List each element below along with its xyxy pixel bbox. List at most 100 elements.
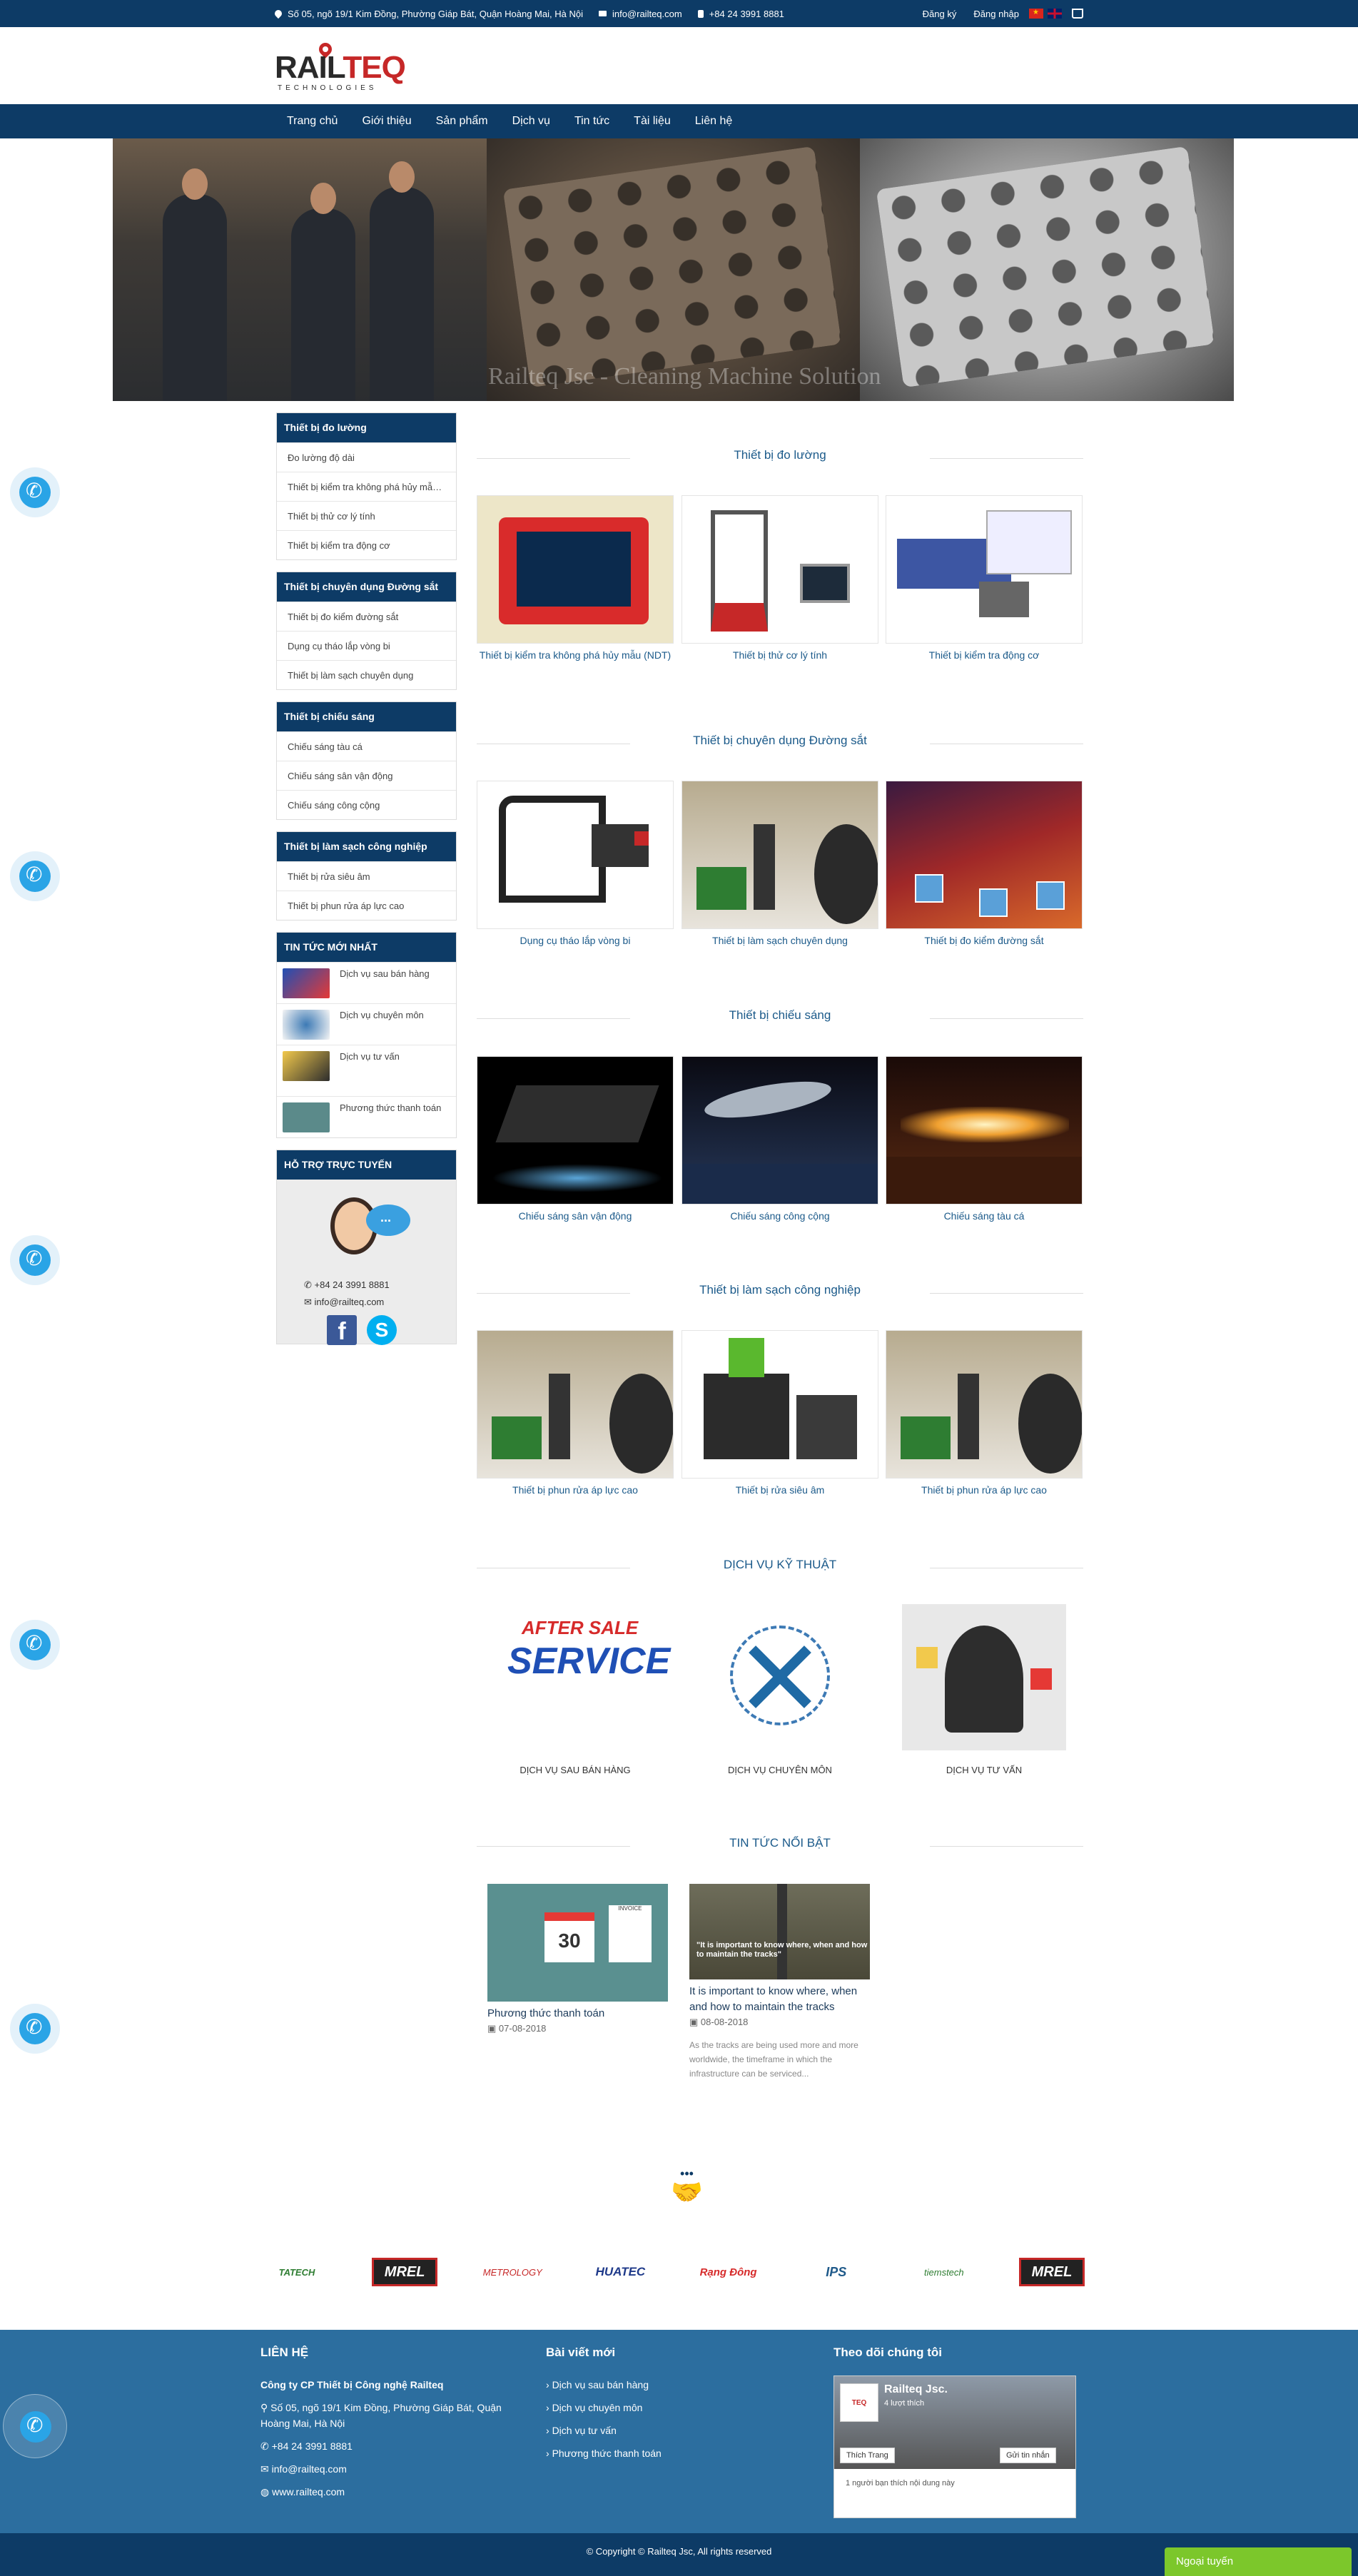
featured-news-title[interactable]: Phương thức thanh toán [487, 2006, 668, 2022]
fb-page-name[interactable]: Railteq Jsc. [884, 2383, 948, 2396]
category-item[interactable]: Thiết bị kiểm tra không phá hủy mẫu (NDT… [277, 472, 456, 501]
service-card[interactable]: DỊCH VỤ TƯ VẤN [886, 1604, 1083, 1775]
nav-contact[interactable]: Liên hệ [683, 115, 745, 128]
footer-post-link[interactable]: › Phương thức thanh toán [546, 2445, 781, 2461]
register-link[interactable]: Đăng ký [923, 9, 957, 19]
news-item-title[interactable]: Dịch vụ chuyên môn [340, 1010, 424, 1020]
product-card[interactable]: Thiết bị phun rửa áp lực cao [477, 1330, 674, 1496]
footer-website[interactable]: ◍ www.railteq.com [260, 2484, 510, 2500]
category-item[interactable]: Thiết bị đo kiểm đường sắt [277, 602, 456, 631]
service-card[interactable]: AFTER SALE SERVICE DỊCH VỤ SAU BÁN HÀNG [477, 1604, 674, 1775]
hero-banner[interactable]: Railteq Jsc - Cleaning Machine Solution [113, 138, 1234, 401]
product-card[interactable]: Thiết bị rửa siêu âm [681, 1330, 878, 1496]
product-card[interactable]: Chiếu sáng sân vận động [477, 1056, 674, 1222]
partner-logo[interactable]: METROLOGY [480, 2258, 545, 2286]
partner-logo[interactable]: IPS [804, 2258, 869, 2286]
product-caption[interactable]: Dụng cụ tháo lắp vòng bi [477, 935, 674, 946]
service-caption[interactable]: DỊCH VỤ SAU BÁN HÀNG [477, 1765, 674, 1775]
category-item[interactable]: Chiếu sáng tàu cá [277, 731, 456, 761]
call-button-icon[interactable] [10, 851, 60, 901]
service-caption[interactable]: DỊCH VỤ CHUYÊN MÔN [681, 1765, 878, 1775]
product-caption[interactable]: Thiết bị đo kiểm đường sắt [886, 935, 1083, 946]
call-button-icon[interactable] [10, 1620, 60, 1670]
call-button-icon[interactable] [10, 2004, 60, 2054]
featured-news-card[interactable]: "It is important to know where, when and… [689, 1884, 870, 2081]
news-item-title[interactable]: Dịch vụ tư vấn [340, 1051, 400, 1062]
cart-icon[interactable] [1072, 9, 1083, 19]
product-caption[interactable]: Chiếu sáng tàu cá [886, 1210, 1083, 1222]
product-caption[interactable]: Chiếu sáng công cộng [681, 1210, 878, 1222]
nav-products[interactable]: Sản phẩm [424, 115, 500, 128]
product-card[interactable]: Thiết bị kiểm tra động cơ [886, 495, 1083, 661]
online-status-button[interactable]: Ngoại tuyến [1165, 2547, 1352, 2576]
featured-news-title[interactable]: It is important to know where, when and … [689, 1984, 870, 2015]
product-caption[interactable]: Thiết bị phun rửa áp lực cao [886, 1484, 1083, 1496]
partner-logo[interactable]: TATECH [264, 2258, 330, 2286]
footer-phone[interactable]: ✆ +84 24 3991 8881 [260, 2438, 510, 2454]
top-email[interactable]: info@railteq.com [612, 9, 682, 19]
category-item[interactable]: Thiết bị thử cơ lý tính [277, 501, 456, 530]
featured-news-card[interactable]: 30 INVOICE Phương thức thanh toán ▣ 07-0… [487, 1884, 668, 2034]
partner-logo[interactable]: tiemstech [911, 2258, 977, 2286]
product-caption[interactable]: Thiết bị rửa siêu âm [681, 1484, 878, 1496]
news-item-title[interactable]: Dịch vụ sau bán hàng [340, 968, 430, 979]
latest-news-item[interactable]: Dịch vụ tư vấn [277, 1045, 456, 1096]
category-title[interactable]: Thiết bị đo lường [277, 413, 456, 442]
product-card[interactable]: Thiết bị kiểm tra không phá hủy mẫu (NDT… [477, 495, 674, 661]
product-card[interactable]: Chiếu sáng công cộng [681, 1056, 878, 1222]
category-item[interactable]: Đo lường độ dài [277, 442, 456, 472]
service-card[interactable]: DỊCH VỤ CHUYÊN MÔN [681, 1604, 878, 1775]
category-item[interactable]: Thiết bị rửa siêu âm [277, 861, 456, 891]
category-title[interactable]: Thiết bị làm sạch công nghiệp [277, 832, 456, 861]
product-caption[interactable]: Thiết bị kiểm tra động cơ [886, 649, 1083, 661]
category-item[interactable]: Thiết bị kiểm tra động cơ [277, 530, 456, 559]
call-button-icon[interactable] [10, 1235, 60, 1285]
call-button-icon[interactable] [10, 467, 60, 517]
latest-news-item[interactable]: Phương thức thanh toán [277, 1096, 456, 1137]
skype-icon[interactable]: S [367, 1315, 397, 1345]
support-phone[interactable]: ✆ +84 24 3991 8881 [304, 1279, 390, 1291]
partner-logo[interactable]: MREL [1018, 2258, 1085, 2286]
footer-email[interactable]: ✉ info@railteq.com [260, 2461, 510, 2477]
footer-post-link[interactable]: › Dịch vụ sau bán hàng [546, 2377, 781, 2393]
product-card[interactable]: Thiết bị phun rửa áp lực cao [886, 1330, 1083, 1496]
nav-home[interactable]: Trang chủ [275, 115, 350, 128]
footer-post-link[interactable]: › Dịch vụ chuyên môn [546, 2400, 781, 2415]
product-card[interactable]: Dụng cụ tháo lắp vòng bi [477, 781, 674, 946]
product-caption[interactable]: Thiết bị thử cơ lý tính [681, 649, 878, 661]
category-title[interactable]: Thiết bị chiếu sáng [277, 702, 456, 731]
partner-logo[interactable]: MREL [372, 2258, 438, 2286]
category-item[interactable]: Thiết bị phun rửa áp lực cao [277, 891, 456, 920]
nav-about[interactable]: Giới thiệu [350, 115, 423, 128]
fb-message-button[interactable]: Gửi tin nhắn [1000, 2448, 1056, 2463]
product-card[interactable]: Thiết bị làm sạch chuyên dụng [681, 781, 878, 946]
railteq-logo[interactable]: RAILTEQ TECHNOLOGIES [275, 40, 417, 93]
product-caption[interactable]: Chiếu sáng sân vận động [477, 1210, 674, 1222]
latest-news-item[interactable]: Dịch vụ chuyên môn [277, 1003, 456, 1045]
product-caption[interactable]: Thiết bị kiểm tra không phá hủy mẫu (NDT… [477, 649, 674, 661]
nav-documents[interactable]: Tài liệu [622, 115, 683, 128]
facebook-page-widget[interactable]: TEQ Railteq Jsc. 4 lượt thích Thích Tran… [833, 2375, 1076, 2518]
partner-logo[interactable]: Rạng Đông [696, 2258, 761, 2286]
category-item[interactable]: Thiết bị làm sạch chuyên dụng [277, 660, 456, 689]
product-card[interactable]: Thiết bị thử cơ lý tính [681, 495, 878, 661]
news-item-title[interactable]: Phương thức thanh toán [340, 1102, 441, 1113]
login-link[interactable]: Đăng nhập [973, 9, 1019, 19]
category-item[interactable]: Chiếu sáng sân vận động [277, 761, 456, 790]
category-title[interactable]: Thiết bị chuyên dụng Đường sắt [277, 572, 456, 602]
product-card[interactable]: Thiết bị đo kiểm đường sắt [886, 781, 1083, 946]
nav-services[interactable]: Dịch vụ [500, 115, 562, 128]
vietnam-flag-icon[interactable] [1029, 9, 1043, 19]
top-phone[interactable]: +84 24 3991 8881 [709, 9, 784, 19]
call-button-icon[interactable] [3, 2394, 67, 2458]
product-card[interactable]: Chiếu sáng tàu cá [886, 1056, 1083, 1222]
product-caption[interactable]: Thiết bị phun rửa áp lực cao [477, 1484, 674, 1496]
latest-news-item[interactable]: Dịch vụ sau bán hàng [277, 962, 456, 1003]
uk-flag-icon[interactable] [1048, 9, 1062, 19]
support-email[interactable]: ✉ info@railteq.com [304, 1297, 384, 1308]
footer-post-link[interactable]: › Dịch vụ tư vấn [546, 2423, 781, 2438]
service-caption[interactable]: DỊCH VỤ TƯ VẤN [886, 1765, 1083, 1775]
nav-news[interactable]: Tin tức [562, 115, 622, 128]
facebook-icon[interactable]: f [327, 1315, 357, 1345]
category-item[interactable]: Dụng cụ tháo lắp vòng bi [277, 631, 456, 660]
